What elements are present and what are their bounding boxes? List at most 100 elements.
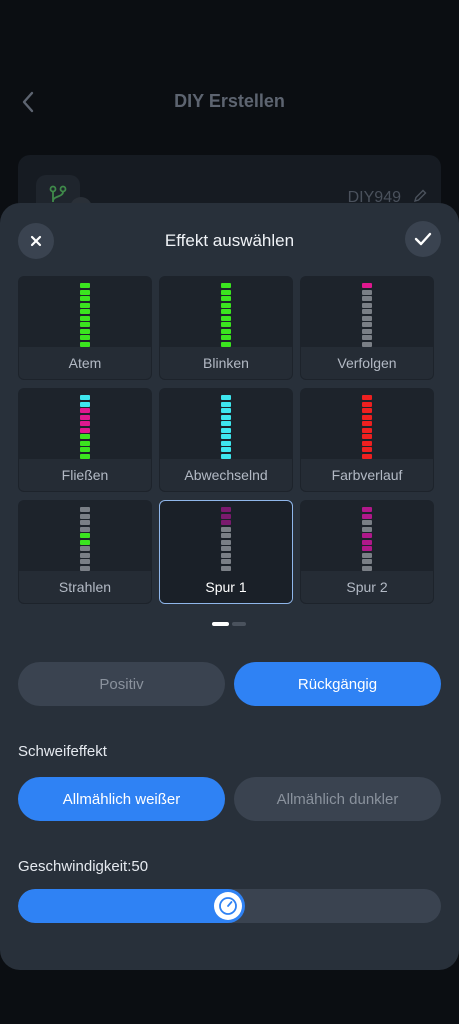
page-dot[interactable]: [232, 622, 246, 626]
led-segment: [221, 440, 231, 446]
led-segment: [80, 447, 90, 452]
effect-tile[interactable]: Fließen: [18, 388, 152, 492]
led-segment: [221, 421, 231, 426]
effect-tile[interactable]: Verfolgen: [300, 276, 434, 380]
led-segment: [80, 414, 90, 420]
led-segment: [362, 434, 372, 439]
confirm-button[interactable]: [405, 221, 441, 257]
led-segment: [221, 315, 231, 321]
led-segment: [80, 401, 90, 407]
led-segment: [80, 335, 90, 340]
led-segment: [80, 440, 90, 446]
led-segment: [362, 322, 372, 327]
effect-sheet: Effekt auswählen Atem Blinken Verfolgen Fli…: [0, 203, 459, 970]
led-segment: [221, 401, 231, 407]
led-segment: [221, 513, 231, 519]
effect-tile-label: Spur 1: [160, 571, 292, 603]
led-segment: [80, 546, 90, 551]
effect-tile-label: Fließen: [19, 459, 151, 491]
led-segment: [362, 513, 372, 519]
led-segment: [362, 559, 372, 564]
led-segment: [80, 427, 90, 433]
led-segment: [221, 526, 231, 532]
led-strip-preview: [80, 507, 90, 571]
speed-label: Geschwindigkeit:50: [18, 858, 149, 875]
led-segment: [80, 507, 90, 512]
led-segment: [362, 520, 372, 525]
led-segment: [221, 565, 231, 571]
led-segment: [80, 341, 90, 347]
bottom-area: [0, 970, 459, 1024]
led-segment: [221, 414, 231, 420]
effect-tile-label: Verfolgen: [301, 347, 433, 379]
sheet-title: Effekt auswählen: [164, 231, 295, 250]
led-segment: [362, 315, 372, 321]
check-icon: [414, 232, 432, 246]
led-segment: [80, 565, 90, 571]
direction-reverse-button[interactable]: Rückgängig: [234, 662, 441, 706]
led-segment: [362, 539, 372, 545]
led-segment: [221, 309, 231, 314]
led-segment: [221, 507, 231, 512]
led-segment: [80, 322, 90, 327]
led-segment: [80, 309, 90, 314]
effect-tile[interactable]: Spur 1: [159, 500, 293, 604]
led-segment: [80, 289, 90, 295]
effect-tile[interactable]: Spur 2: [300, 500, 434, 604]
led-strip-preview: [362, 395, 372, 459]
led-segment: [362, 309, 372, 314]
led-segment: [80, 315, 90, 321]
led-strip-preview: [221, 395, 231, 459]
effect-tile-label: Atem: [19, 347, 151, 379]
led-segment: [362, 447, 372, 452]
led-segment: [362, 565, 372, 571]
led-segment: [221, 335, 231, 340]
effect-tile[interactable]: Abwechselnd: [159, 388, 293, 492]
led-segment: [80, 526, 90, 532]
led-segment: [221, 552, 231, 558]
led-segment: [221, 395, 231, 400]
led-strip-preview: [362, 507, 372, 571]
led-segment: [80, 513, 90, 519]
effect-tile[interactable]: Atem: [18, 276, 152, 380]
trail-darker-button[interactable]: Allmählich dunkler: [234, 777, 441, 821]
direction-positive-button[interactable]: Positiv: [18, 662, 225, 706]
led-segment: [362, 453, 372, 459]
led-strip-preview: [80, 283, 90, 347]
led-segment: [362, 546, 372, 551]
led-segment: [221, 447, 231, 452]
effect-tile[interactable]: Strahlen: [18, 500, 152, 604]
led-strip-preview: [221, 507, 231, 571]
effect-tile-label: Blinken: [160, 347, 292, 379]
led-segment: [221, 341, 231, 347]
led-segment: [221, 559, 231, 564]
trail-whiter-label: Allmählich weißer: [62, 790, 181, 808]
led-strip-preview: [362, 283, 372, 347]
speed-slider-thumb[interactable]: [214, 892, 242, 920]
led-segment: [221, 539, 231, 545]
speed-slider[interactable]: [18, 889, 441, 923]
led-segment: [362, 302, 372, 308]
led-segment: [221, 434, 231, 439]
led-segment: [80, 539, 90, 545]
led-segment: [221, 302, 231, 308]
led-strip-preview: [221, 283, 231, 347]
effect-tile-label: Abwechselnd: [160, 459, 292, 491]
led-segment: [362, 283, 372, 288]
effect-tile[interactable]: Blinken: [159, 276, 293, 380]
led-segment: [80, 283, 90, 288]
led-segment: [80, 421, 90, 426]
effect-tile-label: Strahlen: [19, 571, 151, 603]
led-segment: [80, 395, 90, 400]
effect-tile[interactable]: Farbverlauf: [300, 388, 434, 492]
effect-grid: Atem Blinken Verfolgen Fließen Abwechselnd Fa…: [18, 276, 435, 604]
page-indicator: [212, 622, 246, 626]
trail-whiter-button[interactable]: Allmählich weißer: [18, 777, 225, 821]
led-strip-preview: [80, 395, 90, 459]
speed-slider-fill: [18, 889, 245, 923]
led-segment: [362, 335, 372, 340]
led-segment: [362, 289, 372, 295]
led-segment: [80, 552, 90, 558]
page-dot-active[interactable]: [212, 622, 229, 626]
led-segment: [80, 520, 90, 525]
